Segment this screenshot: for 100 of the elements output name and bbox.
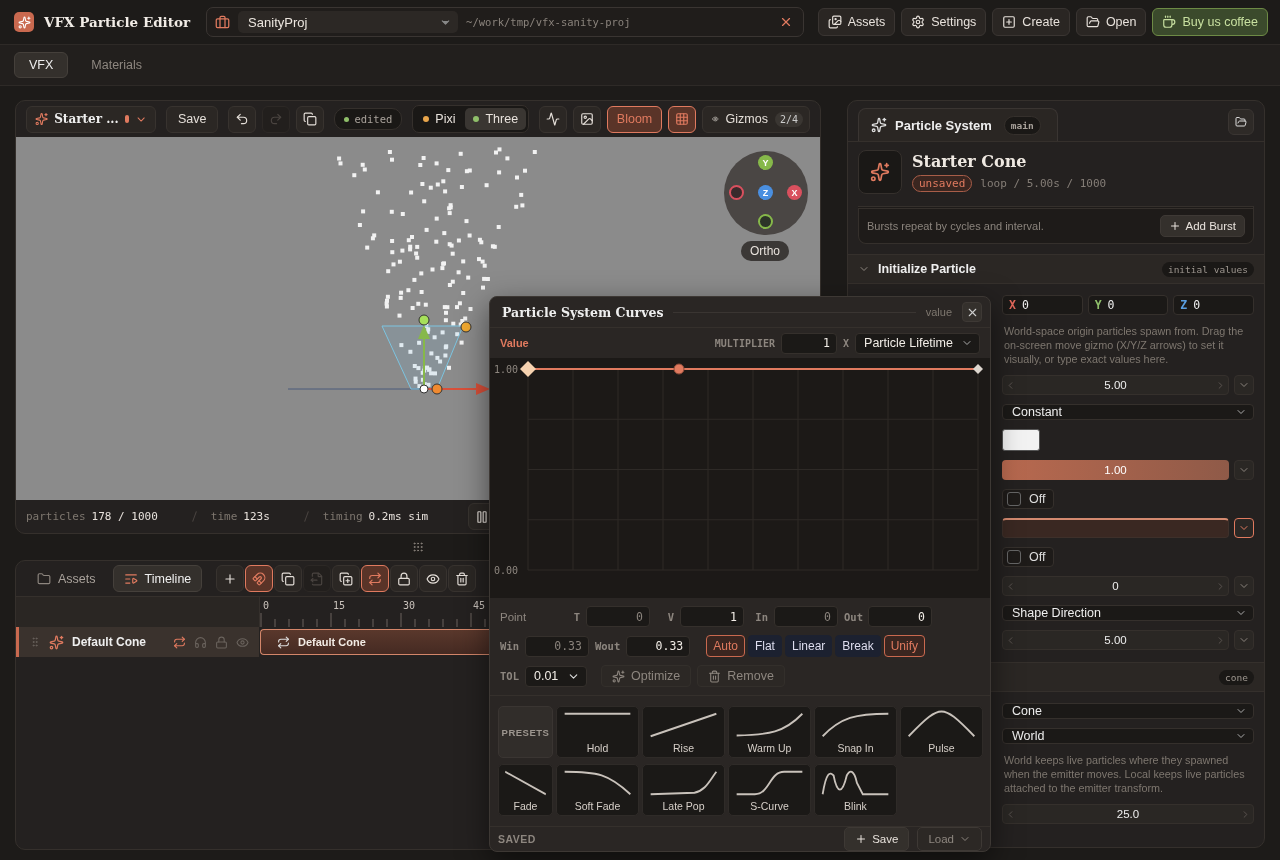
image-icon [580, 112, 595, 126]
graph-button[interactable] [539, 105, 568, 133]
axis-handle[interactable] [729, 185, 744, 200]
undo-button[interactable] [228, 105, 257, 133]
preset-button[interactable]: Warm Up [728, 706, 811, 758]
load-button[interactable]: Load [917, 827, 982, 851]
remove-button[interactable]: Remove [697, 665, 785, 687]
checkbox-box[interactable] [1007, 492, 1021, 506]
coordinate-field[interactable]: X 0 [1002, 295, 1083, 315]
save-button[interactable]: Save [166, 105, 219, 133]
select-field[interactable]: World [1002, 728, 1254, 744]
timeline-tool-button[interactable] [390, 565, 419, 592]
timeline-tool-button[interactable] [245, 565, 274, 592]
coordinate-field[interactable]: Y 0 [1087, 295, 1169, 315]
coordinate-field[interactable]: Z 0 [1173, 295, 1254, 315]
header-button[interactable]: Open [1075, 8, 1147, 36]
multiplier-field[interactable]: 1 [781, 332, 838, 354]
panel-tab[interactable]: Timeline [112, 565, 203, 592]
timeline-tool-button[interactable] [448, 565, 477, 592]
checkbox-box[interactable] [1007, 550, 1021, 564]
number-stepper[interactable]: 5.00 [1002, 375, 1229, 395]
timeline-tool-button[interactable] [332, 565, 361, 592]
drag-handle-icon[interactable] [412, 541, 424, 553]
point-field[interactable]: 0 [774, 606, 838, 627]
track-header[interactable]: Default Cone [16, 627, 259, 657]
curve-key-point[interactable] [673, 363, 685, 375]
header-button[interactable]: Create [992, 8, 1070, 36]
grid-toggle[interactable] [667, 105, 696, 133]
optimize-button[interactable]: Optimize [600, 665, 692, 687]
copy-button[interactable] [296, 105, 325, 133]
color-swatch[interactable] [1002, 429, 1040, 451]
point-field[interactable]: 0 [586, 606, 650, 627]
point-field[interactable]: 1 [680, 606, 744, 627]
number-stepper[interactable]: 25.0 [1002, 804, 1254, 824]
workspace-tab[interactable]: VFX [14, 52, 69, 78]
tangent-mode-button[interactable]: Linear [784, 635, 833, 657]
header-button[interactable]: Settings [901, 8, 987, 36]
tangent-mode-button[interactable]: Flat [747, 635, 782, 657]
select-field[interactable]: Shape Direction [1002, 605, 1254, 621]
tolerance-select[interactable]: 0.01 [524, 665, 587, 687]
renderer-option[interactable]: Pixi [415, 108, 464, 130]
gizmos-button[interactable]: Gizmos 2/4 [701, 105, 810, 133]
tangent-mode-button[interactable]: Unify [883, 635, 926, 657]
stat-value: 123s [243, 510, 270, 523]
save-preset-button[interactable]: Save [844, 827, 910, 851]
system-select[interactable]: Starter ... [26, 105, 156, 133]
preset-button[interactable]: Pulse [900, 706, 983, 758]
section-header[interactable]: Initialize Particle initial values [848, 254, 1264, 284]
preset-button[interactable]: Snap In [814, 706, 897, 758]
select-field[interactable]: Cone [1002, 703, 1254, 719]
renderer-option[interactable]: Three [465, 108, 527, 130]
bloom-toggle[interactable]: Bloom [607, 105, 662, 133]
image-button[interactable] [573, 105, 602, 133]
timeline-tool-button[interactable] [216, 565, 245, 592]
point-field[interactable]: 0 [868, 606, 932, 627]
value-slider[interactable]: 1.00 [1002, 460, 1229, 480]
timeline-tool-button[interactable] [361, 565, 390, 592]
inspector-tab[interactable]: Particle System main [858, 108, 1058, 141]
preset-button[interactable]: Late Pop [642, 764, 725, 816]
timeline-tool-button[interactable] [419, 565, 448, 592]
close-button[interactable] [962, 302, 982, 323]
tangent-field[interactable]: 0.33 [626, 635, 691, 657]
tangent-field[interactable]: 0.33 [524, 635, 589, 657]
trash-icon [455, 571, 470, 586]
curve-preview-icon [563, 712, 632, 715]
axis-handle[interactable]: X [787, 185, 802, 200]
loop-icon[interactable] [173, 635, 186, 649]
preset-button[interactable]: Soft Fade [556, 764, 639, 816]
timeline-tool-button[interactable] [274, 565, 303, 592]
number-stepper[interactable]: 0 [1002, 576, 1229, 596]
briefcase-icon [215, 14, 231, 30]
gradient-bar[interactable] [1002, 518, 1229, 538]
curve-key-point[interactable] [973, 364, 983, 374]
preset-button[interactable]: Hold [556, 706, 639, 758]
dropdown-button[interactable] [1234, 518, 1254, 538]
curve-key-point[interactable] [520, 361, 536, 377]
header-button[interactable]: Buy us coffee [1152, 8, 1268, 36]
number-stepper[interactable]: 5.00 [1002, 630, 1229, 650]
header-button[interactable]: Assets [817, 8, 896, 36]
open-folder-button[interactable] [1228, 109, 1254, 135]
panel-tab[interactable]: Assets [26, 565, 107, 592]
preset-button[interactable]: Rise [642, 706, 725, 758]
plus-icon [1168, 220, 1181, 232]
x-source-select[interactable]: Particle Lifetime [855, 332, 980, 354]
project-select[interactable]: SanityProj [238, 11, 459, 33]
checkbox[interactable]: Off [1002, 547, 1055, 567]
preset-button[interactable]: S-Curve [728, 764, 811, 816]
bursts-hint: Bursts repeat by cycles and interval. [867, 220, 1044, 232]
preset-button[interactable]: Blink [814, 764, 897, 816]
tangent-mode-button[interactable]: Auto [706, 635, 745, 657]
preset-button[interactable]: Fade [498, 764, 553, 816]
select-field[interactable]: Constant [1002, 404, 1254, 420]
axis-handle[interactable] [758, 214, 773, 229]
orientation-gizmo[interactable]: Y Z X [724, 151, 808, 235]
workspace-tab[interactable]: Materials [76, 52, 158, 78]
checkbox[interactable]: Off [1002, 489, 1055, 509]
view-mode-button[interactable]: Ortho [741, 241, 789, 261]
add-burst-button[interactable]: Add Burst [1159, 215, 1245, 237]
file-export-icon [310, 571, 325, 586]
tangent-mode-button[interactable]: Break [835, 635, 881, 657]
